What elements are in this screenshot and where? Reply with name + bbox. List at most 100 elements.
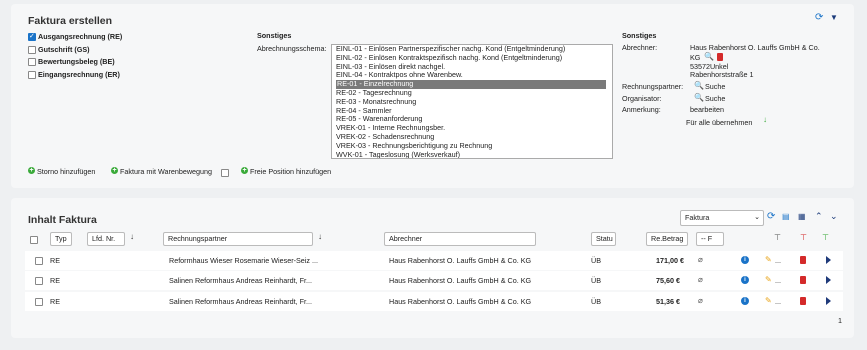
row-rechnungspartner: Reformhaus Wieser Rosemarie Wieser-Seiz … [169, 256, 318, 265]
invoice-type-checkbox[interactable] [28, 58, 36, 66]
rechnungspartner-suche[interactable]: Suche [705, 82, 725, 91]
play-icon[interactable] [826, 256, 831, 264]
anmerkung-edit-link[interactable]: bearbeiten [690, 105, 724, 114]
filter-typ[interactable]: Typ [50, 232, 72, 246]
freie-position-hinzufuegen[interactable]: Freie Position hinzufügen [250, 167, 331, 176]
chevron-up-icon[interactable]: ⌃ [815, 212, 823, 221]
anmerkung-label: Anmerkung: [622, 105, 661, 114]
info-icon[interactable]: i [741, 276, 749, 285]
fuer-alle-uebernehmen[interactable]: Für alle übernehmen [686, 118, 752, 127]
refresh-icon[interactable]: ⟳ [815, 13, 823, 23]
row-rechnungspartner: Salinen Reformhaus Andreas Reinhardt, Fr… [169, 276, 313, 286]
select-all-checkbox[interactable] [30, 236, 38, 244]
pencil-icon[interactable]: ✎ [765, 296, 772, 305]
play-icon[interactable] [826, 296, 831, 305]
storno-hinzufuegen[interactable]: Storno hinzufügen [37, 167, 95, 176]
plus-icon: + [111, 167, 118, 174]
more-menu[interactable]: ... [775, 276, 781, 285]
delete-icon[interactable] [800, 296, 806, 305]
abrechner-line1: Haus Rabenhorst O. Lauffs GmbH & Co. [690, 43, 820, 52]
invoice-type-label: Ausgangsrechnung (RE) [38, 32, 123, 41]
filter-status[interactable]: Statu [591, 232, 616, 246]
warenbewegung-checkbox[interactable] [221, 169, 229, 177]
table-row[interactable]: RE Reformhaus Wieser Rosemarie Wieser-Sei… [25, 251, 843, 270]
organisator-suche[interactable]: Suche [705, 94, 725, 103]
row-status: ÜB [591, 296, 601, 306]
row-status: ÜB [591, 256, 601, 265]
filter-clear-icon[interactable]: ⊤ [800, 234, 807, 242]
row-checkbox[interactable] [35, 277, 43, 286]
row-rechnungspartner: Salinen Reformhaus Andreas Reinhardt, Fr… [169, 296, 313, 306]
page-number[interactable]: 1 [838, 316, 842, 325]
filter-currency[interactable]: -- F [696, 232, 724, 246]
filter-rechnungspartner[interactable]: Rechnungspartner [163, 232, 313, 246]
attachment-icon[interactable]: ⌀ [698, 256, 703, 264]
attachment-icon[interactable]: ⌀ [698, 276, 703, 284]
abrechnungsschema-label: Abrechnungsschema: [257, 44, 327, 53]
faktura-mit-warenbewegung[interactable]: Faktura mit Warenbewegung [120, 167, 212, 176]
organisator-label: Organisator: [622, 94, 662, 103]
row-typ: RE [50, 296, 60, 306]
faktura-select[interactable]: Faktura ⌄ [680, 210, 764, 226]
row-checkbox[interactable] [35, 297, 43, 306]
schema-option[interactable]: WVK-01 - Tageslosung (Werksverkauf) [332, 150, 612, 158]
abrechner-line2: KG [690, 53, 701, 62]
filter-abrechner[interactable]: Abrechner [384, 232, 536, 246]
caret-down-icon[interactable]: ▼ [830, 14, 838, 22]
panel-title: Faktura erstellen [28, 15, 113, 27]
row-betrag: 75,60 € [656, 276, 680, 286]
filter-icon[interactable]: ⊤ [774, 234, 781, 242]
search-icon[interactable]: 🔍 [694, 94, 704, 102]
invoice-type-checkbox[interactable] [28, 32, 36, 41]
row-abrechner: Haus Rabenhorst O. Lauffs GmbH & Co. KG [389, 256, 532, 265]
table-row[interactable]: RE Salinen Reformhaus Andreas Reinhardt, … [25, 271, 843, 291]
sort-down-icon[interactable]: ↓ [130, 233, 134, 241]
delete-icon[interactable] [800, 256, 806, 264]
export-icon[interactable]: ▤ [782, 213, 790, 221]
abrechner-label: Abrechner: [622, 43, 658, 52]
plus-icon: + [241, 167, 248, 174]
pencil-icon[interactable]: ✎ [765, 276, 772, 284]
rechnungspartner-label: Rechnungspartner: [622, 82, 684, 91]
row-abrechner: Haus Rabenhorst O. Lauffs GmbH & Co. KG [389, 276, 532, 286]
plus-icon: + [28, 167, 35, 174]
arrow-down-icon[interactable]: ↓ [763, 116, 767, 124]
invoice-type-checkbox[interactable] [28, 45, 36, 54]
filter-re-betrag[interactable]: Re.Betrag [646, 232, 688, 246]
info-icon[interactable]: i [741, 296, 749, 305]
invoice-type-label: Gutschrift (GS) [38, 44, 90, 54]
calculator-icon[interactable]: ▦ [798, 213, 806, 221]
abrechnungsschema-listbox[interactable]: EINL-01 - Einlösen Partnerspezifischer n… [331, 44, 613, 159]
delete-icon[interactable] [800, 276, 806, 285]
info-icon[interactable]: i [741, 256, 749, 264]
refresh-icon[interactable]: ⟳ [767, 212, 775, 222]
invoice-type-label: Eingangsrechnung (ER) [38, 69, 120, 79]
invoice-type-checkbox[interactable] [28, 70, 36, 79]
invoice-type-label: Bewertungsbeleg (BE) [38, 57, 115, 66]
more-menu[interactable]: ... [775, 256, 781, 265]
row-status: ÜB [591, 276, 601, 286]
more-menu[interactable]: ... [775, 297, 781, 306]
sonstiges-heading: Sonstiges [257, 31, 292, 40]
faktura-select-value: Faktura [685, 213, 710, 222]
abrechner-line4: Rabenhorststraße 1 [690, 70, 754, 79]
sort-down-icon[interactable]: ↓ [318, 233, 322, 241]
filter-lfd-nr[interactable]: Lfd. Nr. [87, 232, 125, 246]
row-typ: RE [50, 276, 60, 286]
row-checkbox[interactable] [35, 257, 43, 265]
search-icon[interactable]: 🔍 [694, 82, 704, 90]
play-icon[interactable] [826, 276, 831, 285]
chevron-down-icon: ⌄ [754, 214, 760, 221]
inhalt-title: Inhalt Faktura [28, 214, 97, 226]
attachment-icon[interactable]: ⌀ [698, 296, 703, 305]
row-abrechner: Haus Rabenhorst O. Lauffs GmbH & Co. KG [389, 296, 532, 306]
delete-icon[interactable] [717, 53, 723, 61]
filter-apply-icon[interactable]: ⊤ [822, 234, 829, 242]
table-row[interactable]: RE Salinen Reformhaus Andreas Reinhardt, … [25, 291, 843, 311]
row-betrag: 171,00 € [656, 256, 684, 265]
row-typ: RE [50, 256, 60, 265]
chevron-down-icon[interactable]: ⌄ [830, 212, 838, 221]
row-betrag: 51,36 € [656, 296, 680, 306]
pencil-icon[interactable]: ✎ [765, 256, 772, 264]
search-icon[interactable]: 🔍 [704, 53, 714, 61]
